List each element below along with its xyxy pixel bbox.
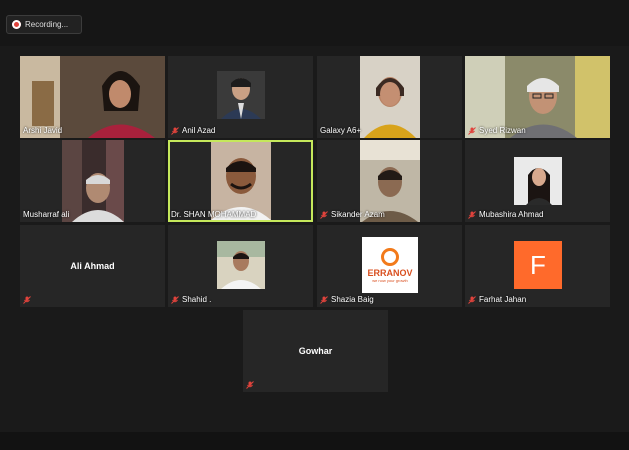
company-logo: ERRANOV we now your growth bbox=[362, 237, 418, 293]
meeting-bottom-bar bbox=[0, 432, 629, 450]
participant-tile-musharraf-ali[interactable]: Musharraf ali bbox=[20, 140, 165, 222]
participant-name: Mubashira Ahmad bbox=[468, 210, 543, 219]
muted-mic-icon bbox=[23, 296, 31, 304]
participant-name: Sikander Azam bbox=[320, 210, 385, 219]
participant-tile-shazia-baig[interactable]: ERRANOV we now your growth Shazia Baig bbox=[317, 225, 462, 307]
participant-name: Shahid . bbox=[171, 295, 211, 304]
muted-mic-icon bbox=[468, 295, 476, 304]
participant-name: Syed Rizwan bbox=[468, 126, 526, 135]
profile-picture bbox=[217, 71, 265, 119]
logo-mark-icon bbox=[381, 247, 399, 266]
participant-display-name: Gowhar bbox=[298, 346, 333, 356]
participant-name: Musharraf ali bbox=[23, 210, 70, 219]
participant-tile-sikander-azam[interactable]: Sikander Azam bbox=[317, 140, 462, 222]
muted-mic-icon bbox=[468, 210, 476, 219]
participant-tile-arshi-javid[interactable]: Arshi Javid bbox=[20, 56, 165, 138]
profile-picture bbox=[514, 157, 562, 205]
participant-video bbox=[211, 142, 271, 220]
logo-tagline: we now your growth bbox=[372, 277, 408, 283]
participant-video bbox=[360, 56, 420, 138]
participant-tile-farhat-jahan[interactable]: F Farhat Jahan bbox=[465, 225, 610, 307]
muted-mic-icon bbox=[320, 210, 328, 219]
muted-mic-icon bbox=[171, 295, 179, 304]
profile-picture bbox=[217, 241, 265, 289]
muted-mic-icon bbox=[246, 381, 254, 389]
recording-indicator[interactable]: Recording... bbox=[6, 15, 82, 34]
participant-name: Galaxy A6+ bbox=[320, 126, 362, 135]
recording-label: Recording... bbox=[25, 20, 69, 29]
participant-name: Anil Azad bbox=[171, 126, 215, 135]
participant-tile-ali-ahmad[interactable]: Ali Ahmad bbox=[20, 225, 165, 307]
participant-tile-dr-shan-mohammad[interactable]: Dr. SHAN MOHAMMAD bbox=[168, 140, 313, 222]
participant-name: Farhat Jahan bbox=[468, 295, 526, 304]
participant-status bbox=[23, 296, 34, 304]
participant-name: Dr. SHAN MOHAMMAD bbox=[171, 210, 257, 219]
muted-mic-icon bbox=[320, 295, 328, 304]
participant-tile-gowhar[interactable]: Gowhar bbox=[243, 310, 388, 392]
participant-tile-mubashira-ahmad[interactable]: Mubashira Ahmad bbox=[465, 140, 610, 222]
avatar: F bbox=[514, 241, 562, 289]
participant-display-name: Ali Ahmad bbox=[70, 261, 115, 271]
participant-tile-syed-rizwan[interactable]: Syed Rizwan bbox=[465, 56, 610, 138]
participant-tile-galaxy-a6[interactable]: Galaxy A6+ bbox=[317, 56, 462, 138]
meeting-top-bar: Recording... bbox=[0, 0, 629, 46]
participant-status bbox=[246, 381, 257, 389]
participant-name: Shazia Baig bbox=[320, 295, 374, 304]
participant-tile-anil-azad[interactable]: Anil Azad bbox=[168, 56, 313, 138]
logo-brand: ERRANOV bbox=[367, 267, 413, 278]
recording-icon bbox=[12, 20, 21, 29]
muted-mic-icon bbox=[171, 126, 179, 135]
participant-video bbox=[62, 140, 124, 222]
participant-name: Arshi Javid bbox=[23, 126, 63, 135]
muted-mic-icon bbox=[468, 126, 476, 135]
participant-tile-shahid[interactable]: Shahid . bbox=[168, 225, 313, 307]
